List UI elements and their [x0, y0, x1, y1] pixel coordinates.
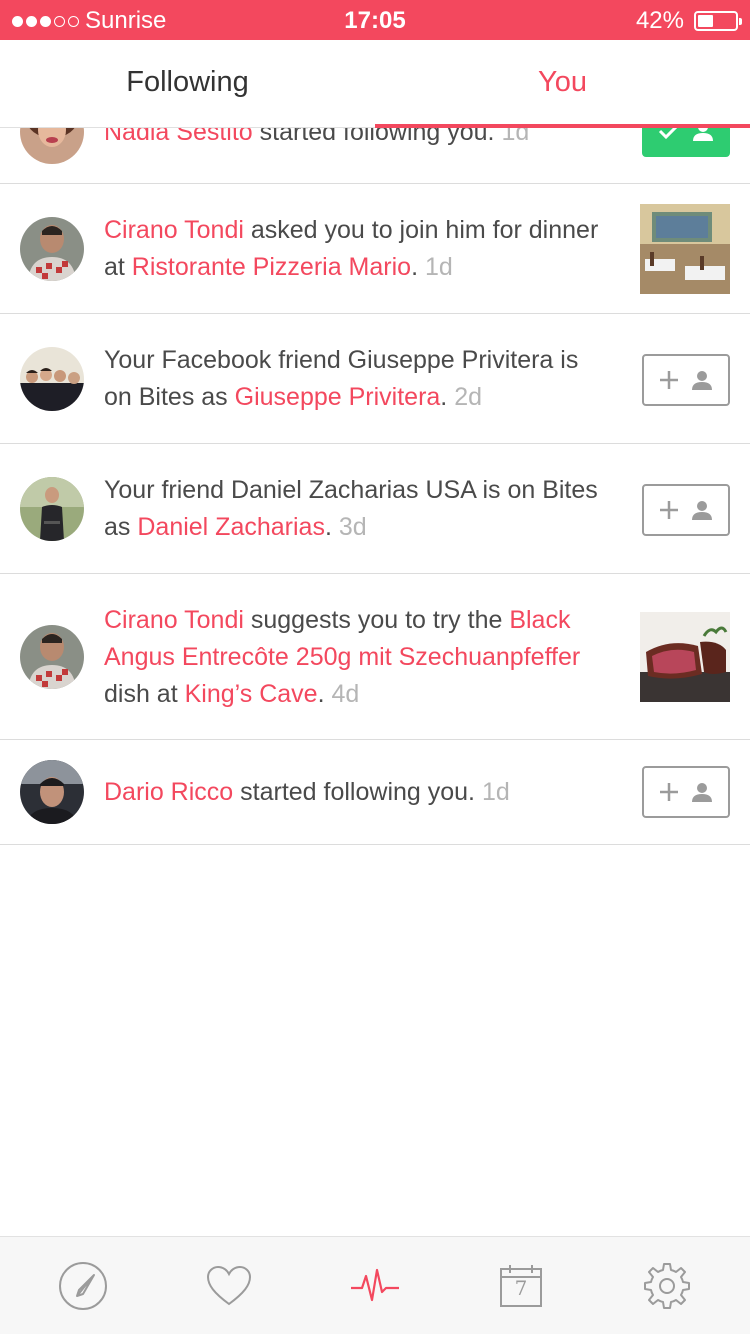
feed-text: Your Facebook friend Giuseppe Privitera …	[104, 342, 604, 416]
time-ago: 4d	[331, 680, 360, 708]
user-link[interactable]: Dario Ricco	[104, 778, 233, 806]
avatar[interactable]	[20, 625, 84, 689]
time-ago: 1d	[481, 778, 510, 806]
feed-message: dish at	[104, 680, 185, 708]
time-ago: 2d	[454, 383, 483, 411]
follow-button[interactable]	[642, 766, 730, 818]
plus-icon	[660, 783, 678, 801]
plus-icon	[660, 501, 678, 519]
avatar[interactable]	[20, 217, 84, 281]
user-icon	[692, 783, 712, 802]
list-item[interactable]: Your friend Daniel Zacharias USA is on B…	[0, 444, 750, 574]
bottom-tab-bar: 7	[0, 1236, 750, 1334]
nav-settings[interactable]	[627, 1246, 707, 1326]
activity-feed[interactable]: Nadia Sestito started following you. 1d …	[0, 92, 750, 1236]
list-item[interactable]: Dario Ricco started following you. 1d	[0, 740, 750, 845]
feed-text: Dario Ricco started following you. 1d	[104, 774, 604, 811]
feed-message: .	[324, 513, 332, 541]
nav-discover[interactable]	[43, 1246, 123, 1326]
restaurant-photo[interactable]	[640, 204, 730, 294]
time-ago: 3d	[338, 513, 367, 541]
feed-text: Cirano Tondi suggests you to try the Bla…	[104, 602, 604, 713]
feed-message: started following you.	[233, 778, 475, 806]
calendar-day: 7	[514, 1275, 528, 1300]
tab-bar: Following You	[0, 40, 750, 128]
list-item[interactable]: Cirano Tondi suggests you to try the Bla…	[0, 574, 750, 740]
nav-activity[interactable]	[335, 1246, 415, 1326]
user-icon	[692, 501, 712, 520]
gear-icon	[644, 1262, 690, 1309]
feed-message: .	[411, 253, 419, 281]
dish-photo[interactable]	[640, 612, 730, 702]
user-link[interactable]: Cirano Tondi	[104, 216, 244, 244]
place-link[interactable]: Ristorante Pizzeria Mario	[132, 253, 411, 281]
nav-favorites[interactable]	[189, 1246, 269, 1326]
tab-following[interactable]: Following	[0, 40, 375, 128]
nav-calendar[interactable]: 7	[481, 1246, 561, 1326]
user-icon	[692, 371, 712, 390]
status-bar: Sunrise 17:05 42%	[0, 0, 750, 40]
list-item[interactable]: Your Facebook friend Giuseppe Privitera …	[0, 314, 750, 444]
list-item[interactable]: Cirano Tondi asked you to join him for d…	[0, 184, 750, 314]
avatar[interactable]	[20, 477, 84, 541]
activity-icon	[351, 1268, 399, 1301]
follow-button[interactable]	[642, 354, 730, 406]
user-link[interactable]: Cirano Tondi	[104, 606, 244, 634]
feed-message: .	[440, 383, 448, 411]
avatar[interactable]	[20, 760, 84, 824]
feed-message: .	[317, 680, 325, 708]
user-link[interactable]: Giuseppe Privitera	[235, 383, 441, 411]
feed-message: suggests you to try the	[243, 606, 510, 634]
time-ago: 1d	[424, 253, 453, 281]
tab-divider	[0, 127, 375, 128]
follow-button[interactable]	[642, 484, 730, 536]
heart-icon	[206, 1265, 252, 1305]
battery-percent: 42%	[635, 7, 684, 34]
user-link[interactable]: Daniel Zacharias	[137, 513, 325, 541]
place-link[interactable]: King’s Cave	[185, 680, 318, 708]
feed-text: Cirano Tondi asked you to join him for d…	[104, 212, 604, 286]
tab-you[interactable]: You	[375, 40, 750, 128]
battery: 42%	[635, 7, 742, 35]
battery-icon	[694, 11, 742, 31]
compass-icon	[59, 1261, 107, 1310]
plus-icon	[660, 371, 678, 389]
avatar[interactable]	[20, 347, 84, 411]
tab-active-indicator	[375, 124, 750, 128]
feed-text: Your friend Daniel Zacharias USA is on B…	[104, 472, 604, 546]
